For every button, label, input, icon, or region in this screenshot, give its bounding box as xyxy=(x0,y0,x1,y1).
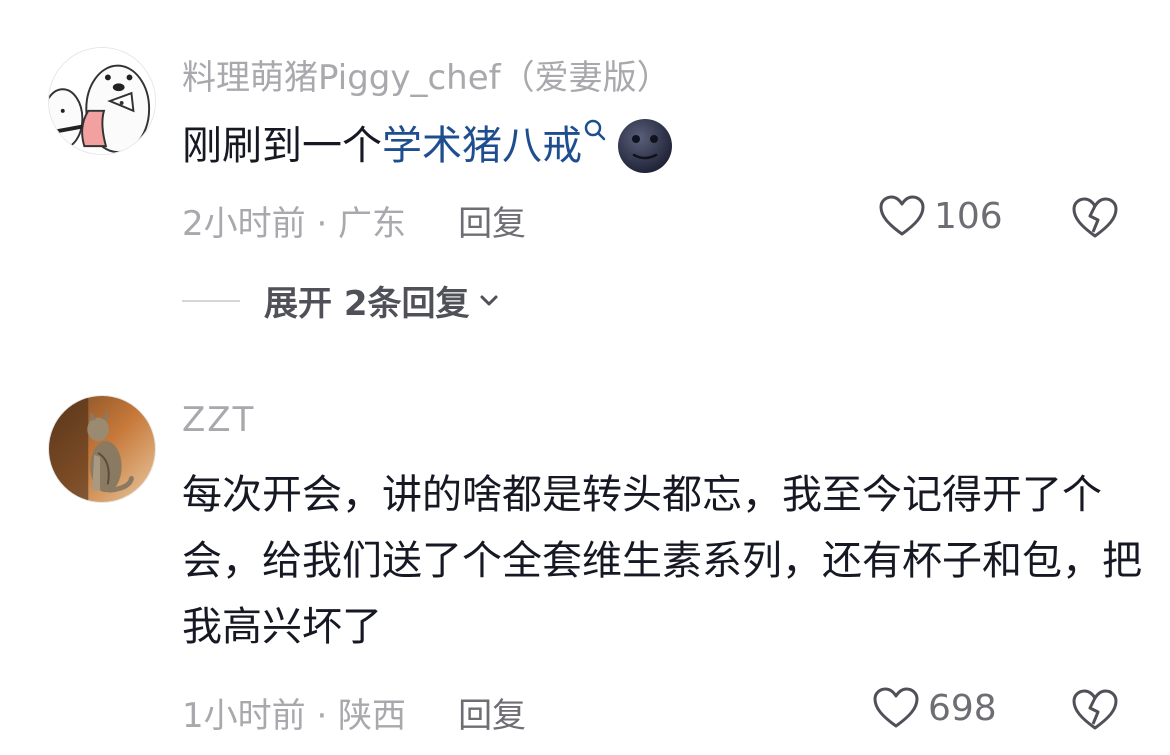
comment-text-plain: 刚刷到一个 xyxy=(182,123,382,169)
divider-line xyxy=(182,299,240,302)
cat-photo-avatar-image xyxy=(49,396,155,502)
time-location: 2小时前 · 广东 xyxy=(182,204,407,244)
comment-list: 料理萌猪Piggy_chef（爱妻版） 刚刷到一个 学术猪八戒 2小时前 · 广… xyxy=(0,0,1170,755)
comment-text: 刚刷到一个 学术猪八戒 xyxy=(182,117,674,175)
avatar[interactable] xyxy=(48,47,156,155)
heart-icon xyxy=(879,195,925,236)
reply-button[interactable]: 回复 xyxy=(458,196,526,245)
time-location: 1小时前 · 陕西 xyxy=(182,696,407,736)
new-moon-face-emoji-icon xyxy=(618,119,672,173)
seal-avatar-image xyxy=(49,48,155,154)
like-count: 698 xyxy=(928,687,997,729)
avatar[interactable] xyxy=(48,395,156,503)
comment-meta: 2小时前 · 广东 回复 xyxy=(182,196,526,245)
reply-button[interactable]: 回复 xyxy=(458,688,526,737)
comment-meta: 1小时前 · 陕西 回复 xyxy=(182,688,526,737)
like-button[interactable]: 106 xyxy=(878,194,1003,238)
heart-icon xyxy=(873,687,919,728)
broken-heart-icon[interactable] xyxy=(1072,688,1118,732)
like-button[interactable]: 698 xyxy=(872,686,997,730)
expand-replies-button[interactable]: 展开 2条回复 xyxy=(182,276,502,325)
broken-heart-icon[interactable] xyxy=(1072,196,1118,240)
search-icon[interactable] xyxy=(582,116,608,156)
username[interactable]: 料理萌猪Piggy_chef（爱妻版） xyxy=(182,50,671,99)
chevron-down-icon xyxy=(480,295,497,305)
search-keyword-link[interactable]: 学术猪八戒 xyxy=(382,118,582,174)
username[interactable]: ZZT xyxy=(182,400,255,440)
like-count: 106 xyxy=(934,195,1003,237)
comment-text: 每次开会，讲的啥都是转头都忘，我至今记得开了个会，给我们送了个全套维生素系列，还… xyxy=(182,472,1142,650)
expand-replies-label: 展开 2条回复 xyxy=(264,284,470,324)
